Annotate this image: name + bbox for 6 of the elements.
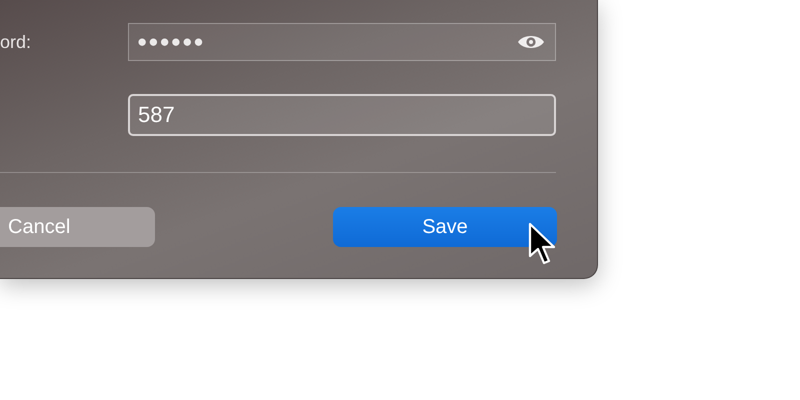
password-field[interactable]: ●●●●●●: [128, 23, 556, 61]
eye-icon[interactable]: [517, 33, 545, 51]
save-button[interactable]: Save: [333, 207, 557, 247]
cancel-button[interactable]: Cancel: [0, 207, 155, 247]
input-field[interactable]: 587: [128, 94, 556, 136]
field-label: ord:: [0, 32, 32, 52]
